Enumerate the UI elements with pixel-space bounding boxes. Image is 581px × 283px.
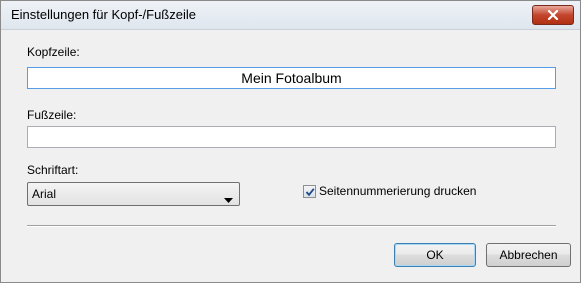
font-select-value: Arial — [32, 187, 57, 201]
dialog-window: Einstellungen für Kopf-/Fußzeile Kopfzei… — [0, 0, 581, 283]
ok-button[interactable]: OK — [394, 243, 476, 267]
header-input[interactable] — [28, 68, 555, 88]
header-label: Kopfzeile: — [27, 45, 80, 59]
footer-input[interactable] — [28, 127, 555, 147]
separator — [27, 225, 556, 227]
cancel-button[interactable]: Abbrechen — [486, 243, 571, 267]
font-label: Schriftart: — [27, 163, 79, 177]
page-numbering-checkbox[interactable] — [303, 185, 316, 198]
font-select[interactable]: Arial — [27, 182, 240, 206]
dropdown-arrow-icon — [224, 192, 233, 206]
close-icon — [547, 10, 559, 20]
close-button[interactable] — [532, 5, 574, 25]
window-title: Einstellungen für Kopf-/Fußzeile — [11, 7, 196, 22]
page-numbering-label[interactable]: Seitennummerierung drucken — [319, 184, 476, 198]
footer-label: Fußzeile: — [27, 108, 77, 122]
header-field[interactable] — [27, 67, 556, 89]
title-bar[interactable]: Einstellungen für Kopf-/Fußzeile — [1, 1, 580, 30]
footer-field[interactable] — [27, 126, 556, 148]
